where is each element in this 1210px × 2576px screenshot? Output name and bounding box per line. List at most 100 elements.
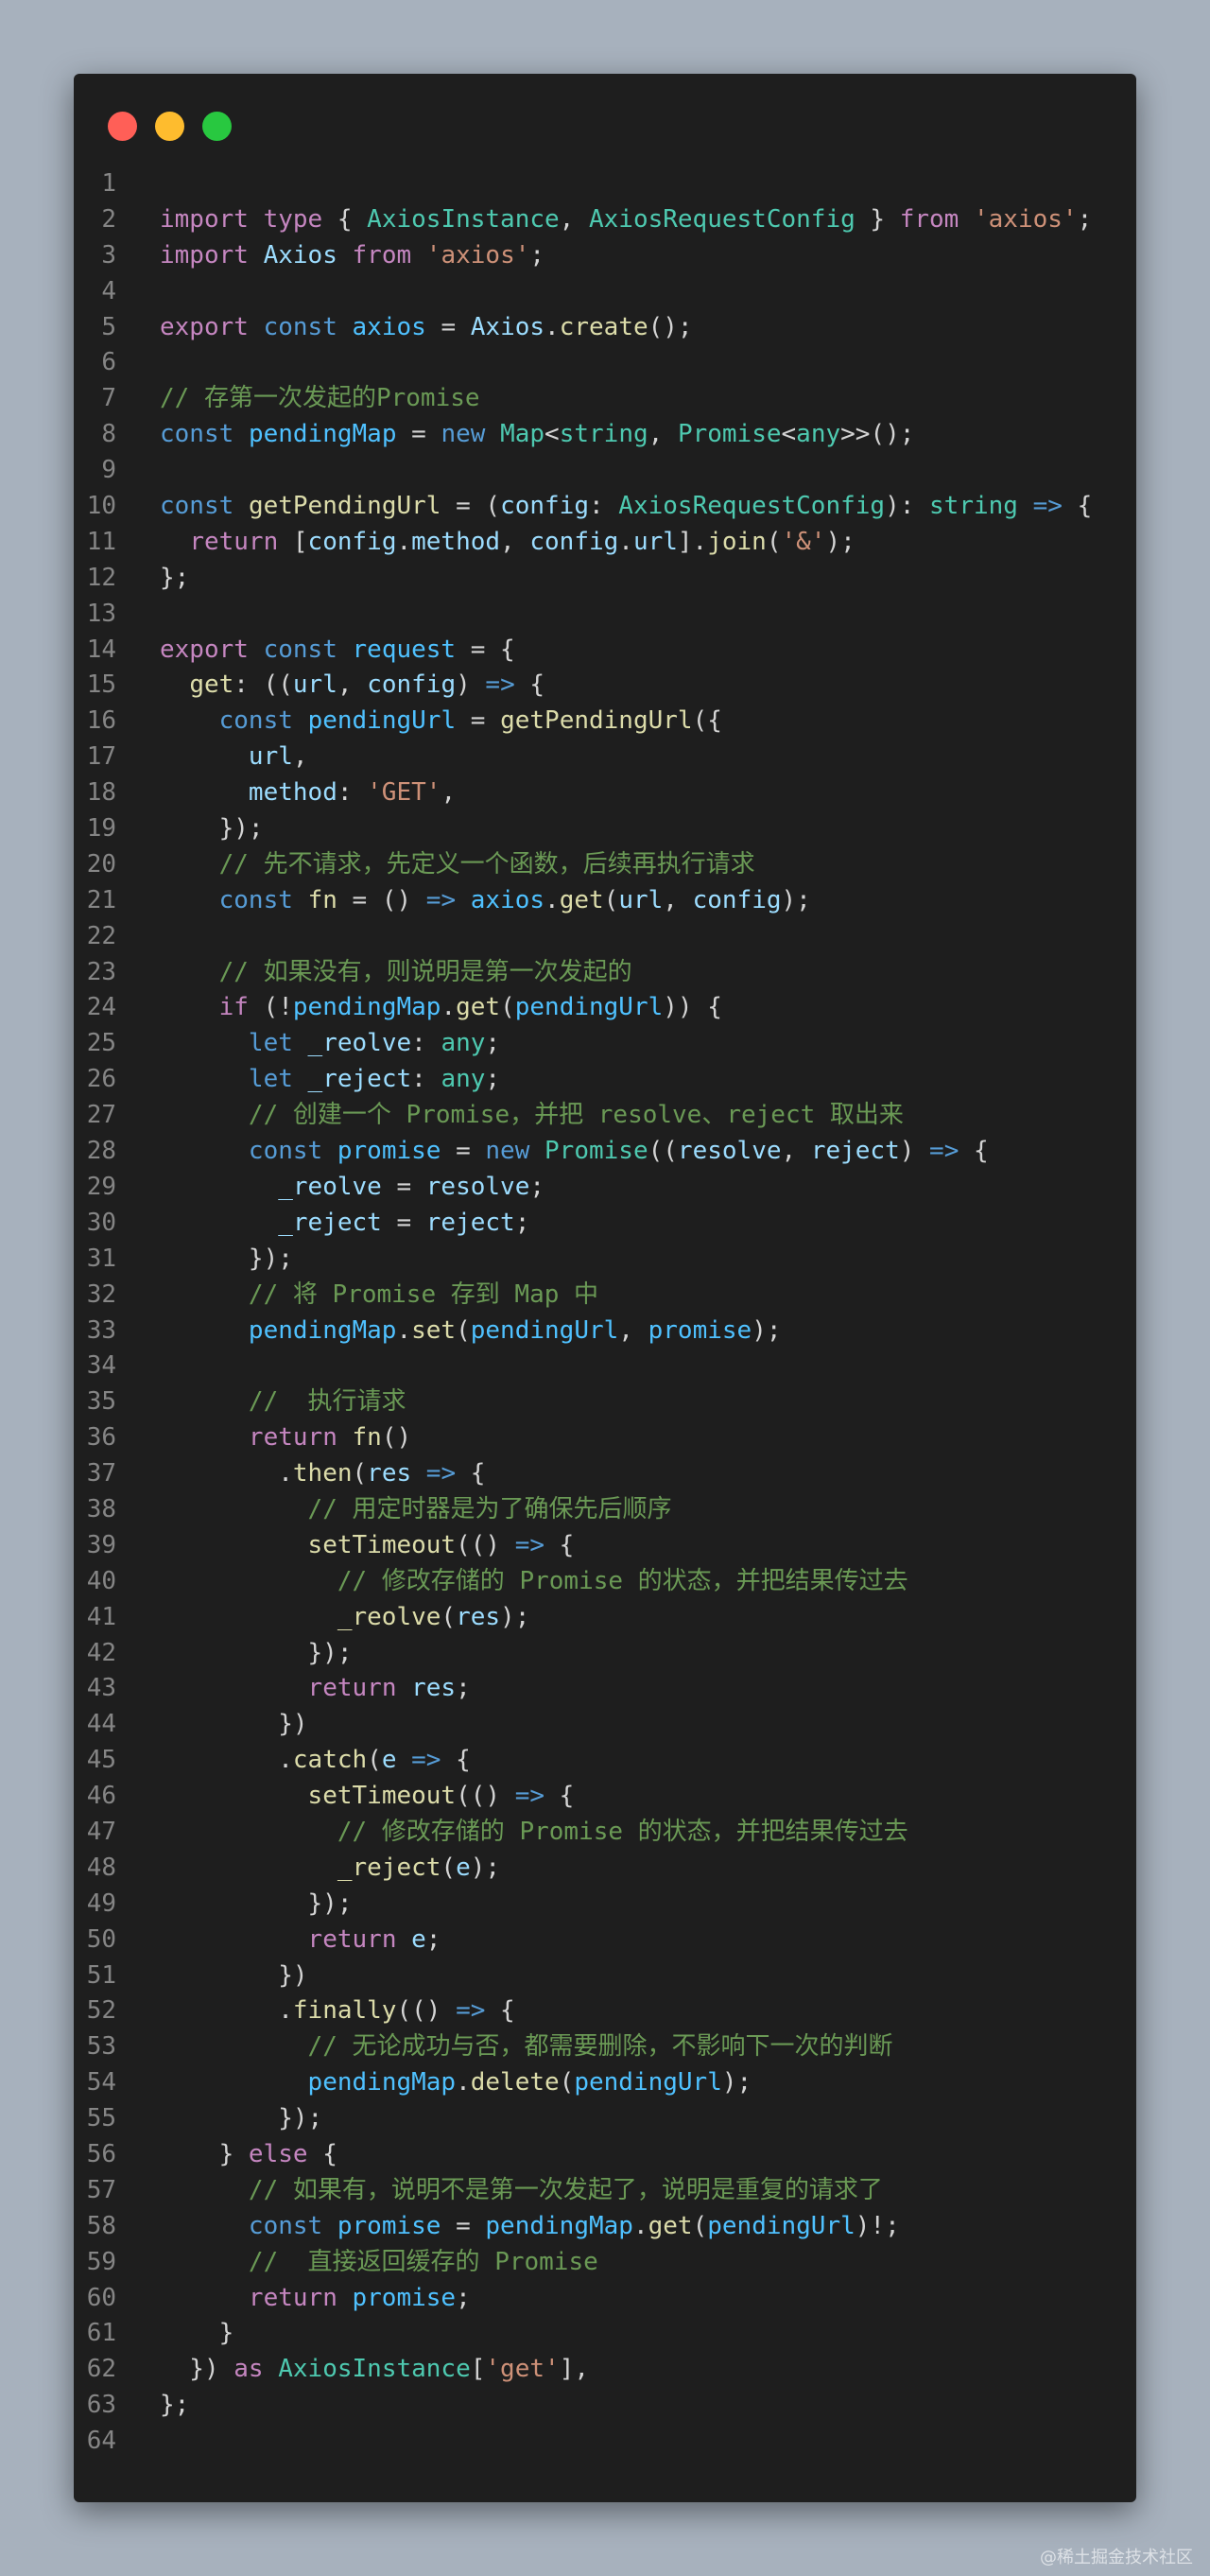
code-token: request	[352, 635, 457, 664]
code-text: // 直接返回缓存的 Promise	[137, 2245, 1136, 2281]
watermark: @稀土掘金技术社区	[1040, 2548, 1193, 2567]
code-token: ((	[648, 1137, 678, 1166]
code-line: 59 // 直接返回缓存的 Promise	[74, 2245, 1136, 2281]
code-text: method: 'GET',	[137, 775, 1136, 811]
code-line: 39 setTimeout(() => {	[74, 1528, 1136, 1564]
code-text: pendingMap.delete(pendingUrl);	[137, 2065, 1136, 2101]
code-token: ].	[677, 527, 708, 556]
code-line: 52 .finally(() => {	[74, 1993, 1136, 2029]
code-token: =>	[425, 885, 457, 914]
code-token: Promise	[544, 1137, 648, 1166]
code-token: promise	[648, 1315, 752, 1345]
line-number: 18	[86, 778, 116, 808]
code-token: .	[544, 312, 560, 341]
code-token: (	[367, 1746, 382, 1775]
line-number: 5	[101, 312, 116, 341]
code-line: 24 if (!pendingMap.get(pendingUrl)) {	[74, 990, 1136, 1026]
code-token: _reolve	[337, 1602, 441, 1631]
code-token: // 修改存储的 Promise 的状态，并把结果传过去	[337, 1566, 908, 1595]
code-token: =	[441, 1137, 486, 1166]
code-text: };	[137, 561, 1136, 597]
code-token: join	[707, 527, 767, 556]
code-token: =>	[929, 1137, 959, 1166]
line-number: 46	[86, 1782, 116, 1811]
code-token: config	[692, 885, 782, 914]
line-number: 31	[86, 1244, 116, 1273]
code-token: // 直接返回缓存的 Promise	[248, 2247, 598, 2276]
line-number: 33	[86, 1315, 116, 1345]
code-token: ;	[529, 240, 545, 270]
code-line: 51 })	[74, 1958, 1136, 1994]
code-token: ;	[425, 1924, 441, 1954]
code-line: 35 // 执行请求	[74, 1384, 1136, 1420]
code-token: (()	[456, 1782, 515, 1811]
code-token: setTimeout	[307, 1530, 457, 1559]
line-number: 53	[86, 2032, 116, 2062]
code-line: 21 const fn = () => axios.get(url, confi…	[74, 883, 1136, 919]
code-text: setTimeout(() => {	[137, 1528, 1136, 1564]
code-token: '&'	[781, 527, 826, 556]
code-token: .	[396, 1315, 412, 1345]
code-token: pendingUrl	[574, 2068, 722, 2097]
code-token: = ()	[337, 885, 426, 914]
code-token: );	[825, 527, 856, 556]
code-token: (	[766, 527, 782, 556]
code-token: import	[160, 204, 249, 234]
code-token: : ((	[233, 670, 293, 700]
code-token: =	[396, 420, 441, 449]
code-token: (	[441, 1602, 457, 1631]
code-line: 62 }) as AxiosInstance['get'],	[74, 2352, 1136, 2388]
code-token: res	[456, 1602, 501, 1631]
code-token: get	[559, 885, 604, 914]
code-token: new	[485, 1137, 530, 1166]
code-line: 50 return e;	[74, 1923, 1136, 1958]
line-number: 10	[86, 492, 116, 521]
line-number: 6	[101, 348, 116, 377]
code-token: =	[456, 706, 501, 736]
code-token: };	[160, 2391, 190, 2420]
code-token: reject	[425, 1208, 515, 1237]
code-token: delete	[470, 2068, 560, 2097]
code-token: =>	[425, 1459, 457, 1488]
code-token: {	[544, 1530, 575, 1559]
code-text: };	[137, 2388, 1136, 2424]
close-button[interactable]	[108, 112, 137, 141]
minimize-button[interactable]	[155, 112, 184, 141]
maximize-button[interactable]	[202, 112, 232, 141]
code-token: res	[411, 1674, 457, 1703]
code-token: {	[514, 670, 545, 700]
code-text: const fn = () => axios.get(url, config);	[137, 883, 1136, 919]
code-text: // 先不请求，先定义一个函数，后续再执行请求	[137, 847, 1136, 883]
line-number: 56	[86, 2139, 116, 2168]
code-token: {	[322, 204, 368, 234]
code-token: pendingUrl	[470, 1315, 619, 1345]
code-text: });	[137, 2101, 1136, 2137]
code-token: (	[559, 2068, 575, 2097]
code-text: // 如果没有，则说明是第一次发起的	[137, 955, 1136, 991]
code-token: ;	[514, 1208, 530, 1237]
code-line: 9	[74, 453, 1136, 489]
line-number: 36	[86, 1423, 116, 1453]
code-line: 5 export const axios = Axios.create();	[74, 310, 1136, 346]
code-text: const pendingUrl = getPendingUrl({	[137, 704, 1136, 740]
code-text: return promise;	[137, 2281, 1136, 2317]
line-number: 30	[86, 1208, 116, 1237]
code-token: )	[456, 670, 486, 700]
code-line: 57 // 如果有，说明不是第一次发起了，说明是重复的请求了	[74, 2173, 1136, 2209]
